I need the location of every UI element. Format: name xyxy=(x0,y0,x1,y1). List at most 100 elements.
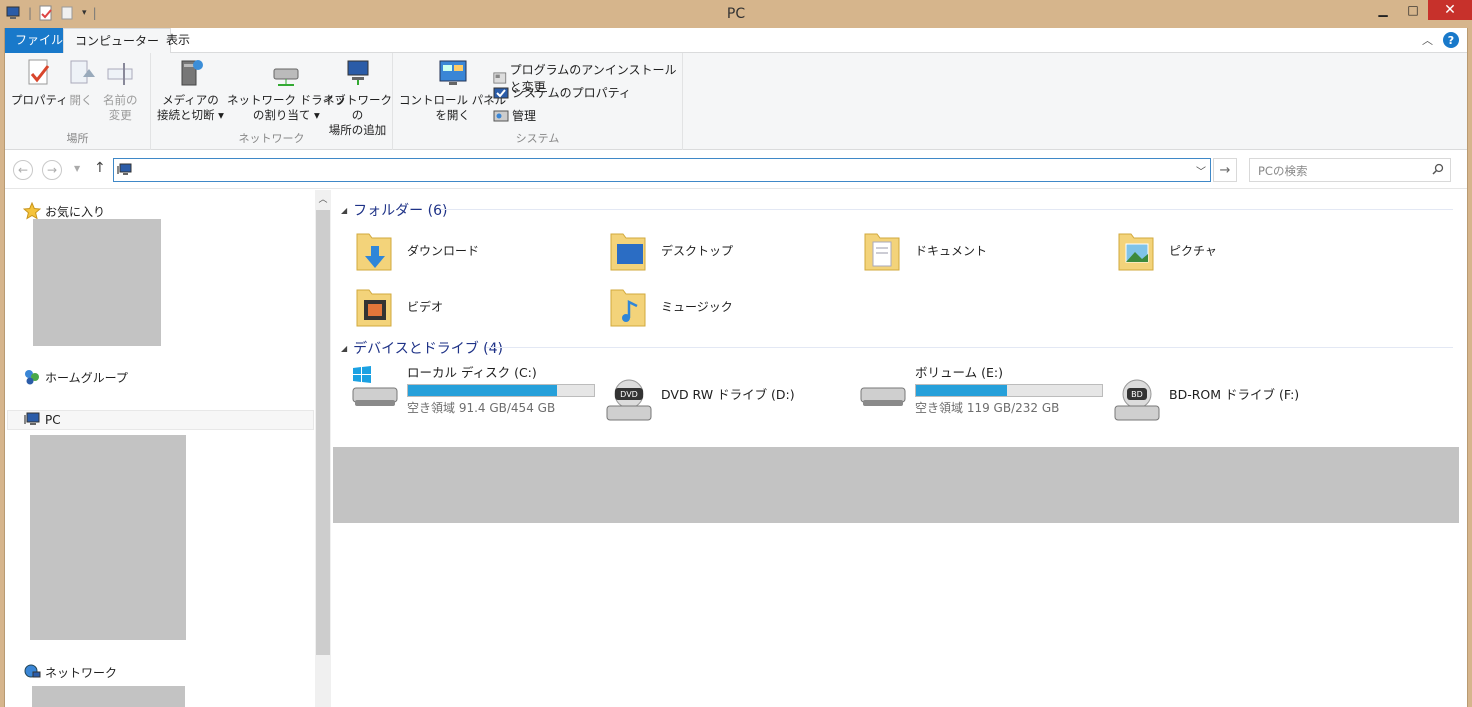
sysprops-label: システムのプロパティ xyxy=(512,86,631,100)
folder-desktop[interactable]: デスクトップ xyxy=(607,226,733,274)
desktop-folder-icon xyxy=(610,233,646,271)
redacted-area xyxy=(30,435,186,640)
address-dropdown-icon[interactable]: ﹀ xyxy=(1196,163,1206,178)
drive-name: DVD RW ドライブ (D:) xyxy=(661,387,795,402)
maximize-button[interactable]: □ xyxy=(1398,0,1428,20)
addloc-label-1: ネットワークの xyxy=(323,93,392,122)
drive-e[interactable]: ボリューム (E:) 空き領域 119 GB/232 GB xyxy=(859,362,1103,416)
pc-icon xyxy=(117,163,132,175)
folder-label: ピクチャ xyxy=(1169,243,1217,258)
collapse-triangle-icon[interactable]: ◢ xyxy=(341,206,347,215)
minimize-button[interactable]: ▁ xyxy=(1368,0,1398,20)
downloads-folder-icon xyxy=(356,233,392,271)
folder-label: ビデオ xyxy=(407,299,444,314)
system-properties-button[interactable]: システムのプロパティ xyxy=(493,84,631,101)
tab-view[interactable]: 表示 xyxy=(155,28,201,53)
recent-locations-dropdown[interactable]: ▼ xyxy=(74,164,80,173)
folder-downloads[interactable]: ダウンロード xyxy=(353,226,479,274)
control-panel-button[interactable]: コントロール パネル を開く xyxy=(399,57,506,123)
nav-pc-label: PC xyxy=(45,413,61,427)
folders-section-header[interactable]: ◢ フォルダー (6) xyxy=(341,200,447,220)
properties-button[interactable]: プロパティ xyxy=(11,57,68,108)
open-icon xyxy=(70,60,95,84)
folder-label: デスクトップ xyxy=(661,243,734,258)
address-bar-row: ← → ▼ ↑ ﹀ → PCの検索 xyxy=(5,151,1467,189)
network-drive-icon xyxy=(273,68,299,86)
section-divider xyxy=(486,347,1453,348)
star-icon xyxy=(23,202,41,220)
scroll-up-icon[interactable]: ︿ xyxy=(315,192,331,205)
nav-network-label: ネットワーク xyxy=(45,665,118,680)
media-connect-button[interactable]: メディアの 接続と切断 ▾ xyxy=(157,57,224,123)
drive-usage-bar xyxy=(407,384,595,397)
drive-f[interactable]: BD BD-ROM ドライブ (F:) xyxy=(1113,376,1299,424)
rename-icon xyxy=(107,63,133,85)
drive-c[interactable]: ローカル ディスク (C:) 空き領域 91.4 GB/454 GB xyxy=(351,362,595,416)
documents-folder-icon xyxy=(864,233,900,271)
folder-videos[interactable]: ビデオ xyxy=(353,282,443,330)
nav-favorites[interactable]: お気に入り xyxy=(23,202,105,220)
nav-scrollbar[interactable]: ︿ xyxy=(315,190,331,707)
rename-button[interactable]: 名前の 変更 xyxy=(103,57,138,123)
folder-label: ダウンロード xyxy=(407,243,480,258)
folder-documents[interactable]: ドキュメント xyxy=(861,226,987,274)
drive-free-space: 空き領域 119 GB/232 GB xyxy=(915,401,1060,415)
folder-label: ドキュメント xyxy=(915,243,988,258)
search-placeholder: PCの検索 xyxy=(1258,164,1308,178)
search-input[interactable]: PCの検索 xyxy=(1249,158,1451,182)
drive-name: BD-ROM ドライブ (F:) xyxy=(1169,387,1300,402)
dvd-drive-icon: DVD xyxy=(606,379,652,421)
manage-button[interactable]: 管理 xyxy=(493,107,536,124)
network-icon xyxy=(24,664,41,678)
close-button[interactable]: ✕ xyxy=(1428,0,1472,20)
drive-name: ボリューム (E:) xyxy=(915,365,1003,380)
add-network-location-button[interactable]: ネットワークの 場所の追加 xyxy=(323,57,392,138)
homegroup-icon xyxy=(25,370,39,385)
back-button[interactable]: ← xyxy=(13,160,33,180)
media-label-1: メディアの xyxy=(162,93,219,107)
redacted-area xyxy=(32,686,185,707)
rename-label-1: 名前の xyxy=(103,93,138,107)
group-label-network: ネットワーク xyxy=(238,132,305,145)
media-label-2: 接続と切断 ▾ xyxy=(157,108,224,122)
help-icon[interactable]: ? xyxy=(1443,32,1459,48)
videos-folder-icon xyxy=(356,289,392,327)
pc-icon xyxy=(24,412,40,425)
title-bar: | ▾ | PC ▁ □ ✕ xyxy=(0,0,1472,28)
up-button[interactable]: ↑ xyxy=(94,160,106,176)
content-pane: ◢ フォルダー (6) ダウンロード デスクトップ ドキュメント ピクチャ ビデ… xyxy=(331,190,1467,707)
network-location-icon xyxy=(347,60,368,85)
rename-label-2: 変更 xyxy=(108,108,132,122)
group-system: コントロール パネル を開く プログラムのアンインストールと変更 システムのプロ… xyxy=(393,53,683,150)
folder-pictures[interactable]: ピクチャ xyxy=(1115,226,1217,274)
search-icon[interactable] xyxy=(1432,163,1444,175)
properties-label: プロパティ xyxy=(11,93,68,107)
drives-section-header[interactable]: ◢ デバイスとドライブ (4) xyxy=(341,338,503,358)
nav-favorites-label: お気に入り xyxy=(45,204,106,219)
minimize-ribbon-icon[interactable]: ︿ xyxy=(1422,32,1433,48)
open-button[interactable]: 開く xyxy=(65,57,97,108)
bd-drive-icon: BD xyxy=(1114,379,1160,421)
forward-button[interactable]: → xyxy=(42,160,62,180)
ribbon-tabs: ファイル コンピューター 表示 ︿ ? xyxy=(5,28,1467,54)
drive-usage-fill xyxy=(916,385,1008,396)
section-divider xyxy=(441,209,1453,210)
manage-label: 管理 xyxy=(512,109,537,123)
drive-free-space: 空き領域 91.4 GB/454 GB xyxy=(407,401,556,415)
folder-music[interactable]: ミュージック xyxy=(607,282,733,330)
window-title: PC xyxy=(726,6,746,22)
nav-homegroup[interactable]: ホームグループ xyxy=(23,368,128,386)
go-button[interactable]: → xyxy=(1213,158,1237,182)
drive-name: ローカル ディスク (C:) xyxy=(407,365,537,380)
address-input[interactable]: ﹀ xyxy=(113,158,1211,182)
nav-pc[interactable]: PC xyxy=(23,411,61,429)
scrollbar-thumb[interactable] xyxy=(316,210,330,655)
drive-usage-fill xyxy=(408,385,557,396)
redacted-area xyxy=(333,447,1459,523)
collapse-triangle-icon[interactable]: ◢ xyxy=(341,344,347,353)
nav-homegroup-label: ホームグループ xyxy=(45,370,128,385)
drive-d[interactable]: DVD DVD RW ドライブ (D:) xyxy=(605,376,795,424)
nav-network[interactable]: ネットワーク xyxy=(23,663,117,681)
media-server-icon xyxy=(181,60,204,86)
group-location: プロパティ 開く 名前の 変更 場所 xyxy=(5,53,151,150)
